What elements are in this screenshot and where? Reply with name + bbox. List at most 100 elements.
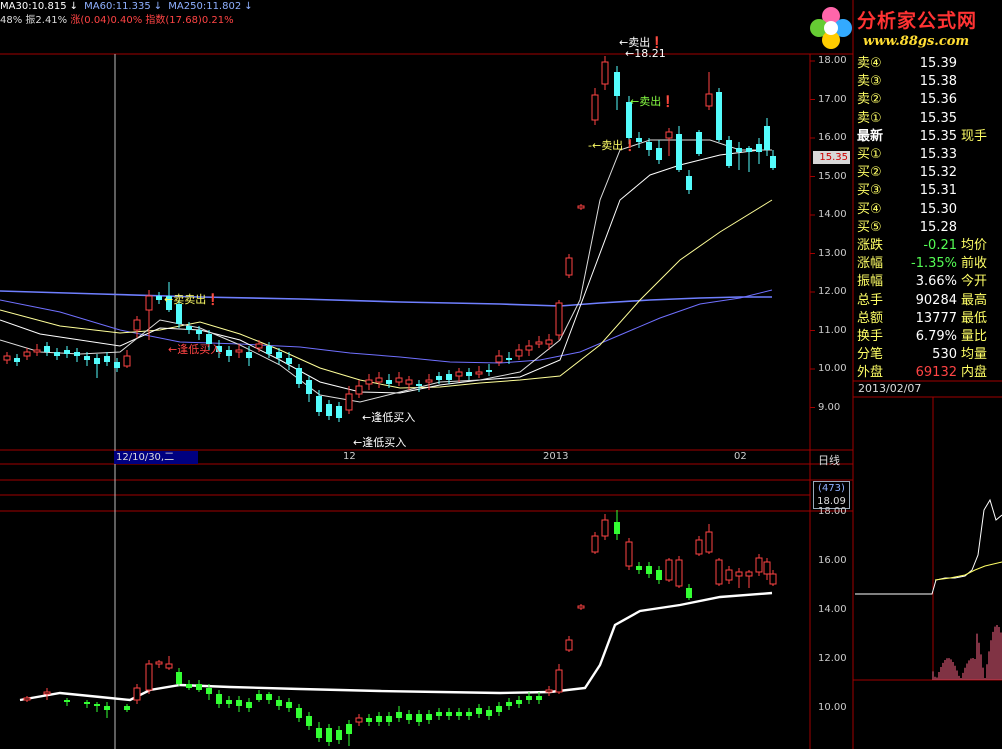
quote-label: 卖② (857, 92, 882, 108)
quote-label: 最新 (857, 128, 884, 144)
sell-annotation-4: ←卖卖出❗ (164, 293, 220, 306)
price-axis-label: 13.00 (818, 247, 847, 259)
quote-value: 90284 (915, 292, 957, 308)
quote-row: 换手 6.79% 量比 (857, 327, 999, 346)
quote-row: 总手 90284 最高 (857, 291, 999, 310)
quote-value: -0.21 (923, 238, 957, 253)
lower-axis-label: 16.00 (818, 555, 847, 566)
lower-axis-label: 18.00 (818, 506, 847, 517)
quote-value: -1.35% (911, 256, 957, 272)
quote-row: 涨幅 -1.35% 前收 (857, 254, 999, 273)
minute-price-line (855, 498, 1002, 595)
quote-label: 换手 (857, 329, 884, 344)
quote-value: 15.32 (919, 165, 957, 181)
quote-value: 13777 (915, 310, 957, 326)
quote-extra: 现手 (961, 128, 988, 144)
quote-row: 买③ 15.31 (857, 181, 999, 200)
quote-row: 涨跌 -0.21 均价 (857, 236, 999, 255)
period-label[interactable]: 日线 (818, 452, 840, 468)
lower-axis-label: 10.00 (818, 702, 847, 713)
quote-row: 卖④ 15.39 (857, 54, 999, 73)
quote-extra: 均价 (961, 238, 988, 253)
quote-value: 15.28 (919, 219, 957, 235)
quote-extra: 均量 (961, 347, 988, 363)
quote-value: 15.35 (919, 110, 957, 126)
price-axis-label: 12.00 (818, 286, 847, 297)
lower-axis-label: 14.00 (818, 604, 847, 615)
quote-value: 15.33 (919, 147, 957, 162)
quote-panel: 卖④ 15.39 卖③ 15.38 卖② 15.36 卖① 15.35 最新 15.35 现手买① 1… (853, 54, 1002, 382)
buy-annotation-3: ←逢低买入 (168, 343, 222, 356)
volume-box: (473) 18.09 (813, 481, 850, 509)
price-axis-label: 9.00 (818, 401, 841, 413)
quote-value: 15.38 (919, 74, 957, 90)
quote-value: 15.39 (919, 56, 957, 71)
quote-extra: 最高 (961, 292, 988, 308)
quote-value: 15.30 (919, 201, 957, 217)
date-label-2013: 2013 (543, 451, 569, 462)
quote-label: 外盘 (857, 365, 884, 381)
current-price-tag: 15.35 (813, 151, 850, 164)
quote-row: 卖② 15.36 (857, 90, 999, 109)
quote-row: 买② 15.32 (857, 163, 999, 182)
ma20-line (0, 149, 772, 394)
quote-row: 外盘 69132 内盘 (857, 363, 999, 382)
price-axis-label: 10.00 (818, 363, 847, 374)
quote-label: 买③ (857, 183, 882, 199)
quote-value: 69132 (915, 365, 957, 381)
price-axis-label: 11.00 (818, 324, 847, 336)
date-label-02: 02 (734, 451, 747, 462)
lower-axis-label: 12.00 (818, 653, 847, 664)
quote-label: 买④ (857, 201, 882, 217)
ma250-line (0, 290, 772, 307)
quote-value: 530 (932, 347, 957, 363)
quote-label: 买⑤ (857, 219, 882, 235)
price-axis-label: 14.00 (818, 209, 847, 220)
quote-label: 总手 (857, 292, 884, 308)
quote-row: 买① 15.33 (857, 145, 999, 164)
quote-value: 15.35 (919, 128, 957, 144)
quote-label: 分笔 (857, 347, 884, 363)
quote-value: 15.31 (919, 183, 957, 199)
price-axis-label: 17.00 (818, 93, 847, 105)
quote-extra: 最低 (961, 310, 988, 326)
lower-white-line (19, 591, 773, 702)
quote-label: 涨跌 (857, 238, 884, 253)
sell-annotation-3: -←卖出❗ (588, 139, 637, 152)
quote-extra: 内盘 (961, 365, 988, 381)
quote-label: 卖① (857, 110, 882, 126)
buy-annotation-1: ←逢低买入 (362, 411, 416, 424)
price-axis-label: 18.00 (818, 55, 847, 66)
quote-row: 卖① 15.35 (857, 109, 999, 128)
quote-row: 振幅 3.66% 今开 (857, 272, 999, 291)
quote-label: 振幅 (857, 274, 884, 290)
sell-annotation-2: ←卖出❗ (630, 95, 675, 108)
quote-value: 3.66% (915, 274, 957, 290)
quote-value: 6.79% (915, 329, 957, 344)
quote-label: 总额 (857, 310, 884, 326)
quote-row: 分笔 530 均量 (857, 345, 999, 364)
quote-row: 买⑤ 15.28 (857, 218, 999, 237)
quote-label: 涨幅 (857, 256, 884, 272)
quote-value: 15.36 (919, 92, 957, 108)
quote-label: 买① (857, 147, 882, 162)
quote-label: 卖④ (857, 56, 882, 71)
chart-canvas[interactable] (0, 0, 1002, 749)
sell-price-annotation: ←18.21 (625, 47, 666, 60)
volume-count: (473) (818, 483, 845, 494)
quote-extra: 前收 (961, 256, 988, 272)
quote-row: 总额 13777 最低 (857, 309, 999, 328)
date-label-12: 12 (343, 451, 356, 462)
selected-date-label: 12/10/30,二 (114, 451, 198, 464)
quote-row: 卖③ 15.38 (857, 72, 999, 91)
quote-row: 最新 15.35 现手 (857, 127, 999, 146)
buy-annotation-2: ←逢低买入 (353, 436, 407, 449)
price-axis-label: 16.00 (818, 132, 847, 143)
quote-label: 卖③ (857, 74, 882, 90)
stock-chart-window: MA30:10.815 ↓ MA60:11.335 ↓ MA250:11.802 ↓ … (0, 0, 1002, 749)
upper-candles (3, 56, 776, 422)
quote-date: 2013/02/07 (858, 382, 922, 395)
quote-label: 买② (857, 165, 882, 181)
lower-candles (23, 510, 777, 746)
quote-row: 买④ 15.30 (857, 200, 999, 219)
